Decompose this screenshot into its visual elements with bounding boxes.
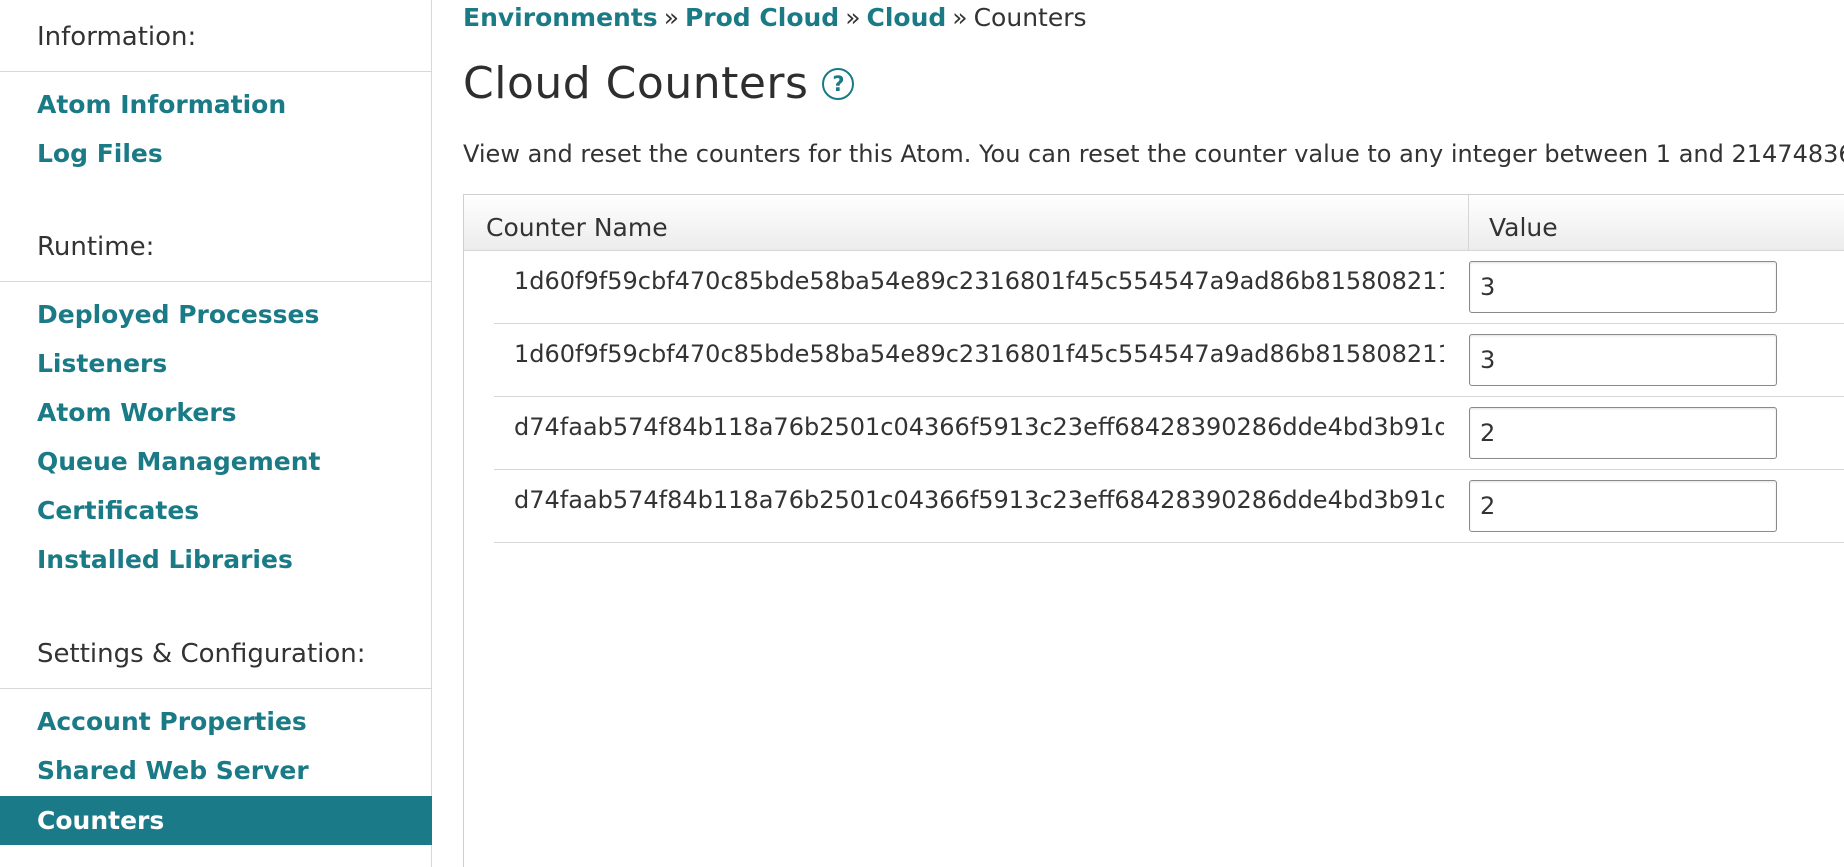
sidebar-item-installed-libraries[interactable]: Installed Libraries xyxy=(0,535,432,584)
sidebar: Information: Atom Information Log Files … xyxy=(0,0,432,867)
table-header: Counter Name Value xyxy=(464,195,1844,251)
breadcrumb-link-environments[interactable]: Environments xyxy=(463,3,658,32)
counter-value-input[interactable] xyxy=(1469,261,1777,313)
page-description: View and reset the counters for this Ato… xyxy=(463,140,1844,168)
column-header-counter-name[interactable]: Counter Name xyxy=(464,195,1469,250)
table-row: d74faab574f84b118a76b2501c04366f5913c23e… xyxy=(494,470,1844,543)
breadcrumb-link-prod-cloud[interactable]: Prod Cloud xyxy=(685,3,839,32)
counter-name-cell: d74faab574f84b118a76b2501c04366f5913c23e… xyxy=(514,485,1444,514)
counter-name-cell: 1d60f9f59cbf470c85bde58ba54e89c2316801f4… xyxy=(514,266,1444,295)
breadcrumb-separator: » xyxy=(952,3,968,32)
title-row: Cloud Counters ? xyxy=(463,58,855,109)
counter-value-cell xyxy=(1444,261,1777,313)
sidebar-nav-list: Deployed Processes Listeners Atom Worker… xyxy=(0,282,432,584)
breadcrumb-link-cloud[interactable]: Cloud xyxy=(867,3,947,32)
main-content: Environments» Prod Cloud» Cloud» Counters C… xyxy=(463,0,1844,867)
sidebar-item-listeners[interactable]: Listeners xyxy=(0,339,432,388)
counter-name-cell: d74faab574f84b118a76b2501c04366f5913c23e… xyxy=(514,412,1444,441)
sidebar-section-runtime: Runtime: Deployed Processes Listeners At… xyxy=(0,212,432,584)
counter-value-cell xyxy=(1444,407,1777,459)
counter-name-cell: 1d60f9f59cbf470c85bde58ba54e89c2316801f4… xyxy=(514,339,1444,368)
sidebar-item-certificates[interactable]: Certificates xyxy=(0,486,432,535)
breadcrumb: Environments» Prod Cloud» Cloud» Counters xyxy=(463,2,1087,34)
counter-value-cell xyxy=(1444,480,1777,532)
column-header-value[interactable]: Value xyxy=(1469,195,1844,250)
sidebar-item-account-properties[interactable]: Account Properties xyxy=(0,697,432,746)
sidebar-item-queue-management[interactable]: Queue Management xyxy=(0,437,432,486)
table-row: 1d60f9f59cbf470c85bde58ba54e89c2316801f4… xyxy=(494,324,1844,397)
sidebar-item-atom-information[interactable]: Atom Information xyxy=(0,80,432,129)
counter-value-input[interactable] xyxy=(1469,407,1777,459)
table-body: 1d60f9f59cbf470c85bde58ba54e89c2316801f4… xyxy=(464,251,1844,543)
sidebar-section-title: Information: xyxy=(0,2,432,72)
sidebar-section-settings: Settings & Configuration: Account Proper… xyxy=(0,619,432,845)
sidebar-nav-list: Account Properties Shared Web Server Cou… xyxy=(0,689,432,845)
sidebar-item-atom-workers[interactable]: Atom Workers xyxy=(0,388,432,437)
sidebar-item-shared-web-server[interactable]: Shared Web Server xyxy=(0,746,432,795)
sidebar-item-deployed-processes[interactable]: Deployed Processes xyxy=(0,290,432,339)
counters-table: Counter Name Value 1d60f9f59cbf470c85bde… xyxy=(463,194,1844,867)
breadcrumb-separator: » xyxy=(845,3,861,32)
sidebar-item-counters[interactable]: Counters xyxy=(0,796,432,845)
breadcrumb-separator: » xyxy=(663,3,679,32)
counter-value-cell xyxy=(1444,334,1777,386)
sidebar-section-title: Runtime: xyxy=(0,212,432,282)
table-row: 1d60f9f59cbf470c85bde58ba54e89c2316801f4… xyxy=(494,251,1844,324)
counter-value-input[interactable] xyxy=(1469,480,1777,532)
sidebar-item-log-files[interactable]: Log Files xyxy=(0,129,432,178)
breadcrumb-current: Counters xyxy=(973,3,1087,32)
sidebar-section-title: Settings & Configuration: xyxy=(0,619,432,689)
help-icon[interactable]: ? xyxy=(822,67,855,100)
counter-value-input[interactable] xyxy=(1469,334,1777,386)
sidebar-section-information: Information: Atom Information Log Files xyxy=(0,2,432,178)
sidebar-nav-list: Atom Information Log Files xyxy=(0,72,432,178)
app-root: Information: Atom Information Log Files … xyxy=(0,0,1844,867)
table-row: d74faab574f84b118a76b2501c04366f5913c23e… xyxy=(494,397,1844,470)
page-title: Cloud Counters xyxy=(463,58,809,109)
